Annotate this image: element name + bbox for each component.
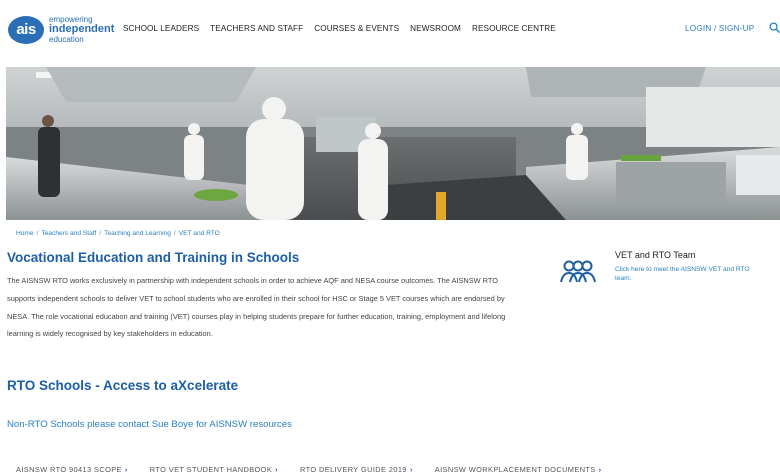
ais-logo[interactable]: ais empowering independent education: [8, 15, 114, 44]
team-title: VET and RTO Team: [615, 250, 696, 260]
breadcrumb-teachers-and-staff[interactable]: Teachers and Staff: [41, 230, 96, 237]
chevron-right-icon: ›: [598, 465, 602, 473]
logo-mark: ais: [8, 15, 44, 44]
doc-link-label: AISNSW WORKPLACEMENT DOCUMENTS: [434, 465, 596, 473]
breadcrumb-separator: /: [36, 230, 39, 237]
team-link[interactable]: Click here to meet the AISNSW VET and RT…: [615, 265, 765, 283]
login-signup-link[interactable]: LOGIN / SIGN-UP: [685, 24, 754, 33]
doc-link-label: RTO VET STUDENT HANDBOOK: [149, 465, 273, 473]
doc-link-rto-scope[interactable]: AISNSW RTO 90413 SCOPE ›: [16, 465, 128, 473]
nav-resource-centre[interactable]: RESOURCE CENTRE: [472, 24, 556, 33]
chevron-right-icon: ›: [275, 465, 279, 473]
chevron-right-icon: ›: [409, 465, 413, 473]
chevron-right-icon: ›: [124, 465, 128, 473]
breadcrumb-teaching-and-learning[interactable]: Teaching and Learning: [104, 230, 171, 237]
hero-image-kitchen: [6, 67, 780, 220]
doc-link-delivery-guide[interactable]: RTO DELIVERY GUIDE 2019 ›: [300, 465, 413, 473]
logo-tagline: empowering independent education: [49, 15, 114, 44]
intro-paragraph: The AISNSW RTO works exclusively in part…: [7, 276, 506, 339]
document-links: AISNSW RTO 90413 SCOPE › RTO VET STUDENT …: [16, 465, 624, 473]
non-rto-contact-link[interactable]: Non-RTO Schools please contact Sue Boye …: [7, 419, 292, 430]
breadcrumb: Home / Teachers and Staff / Teaching and Lea…: [16, 230, 220, 237]
site-header: ais empowering independent education SCH…: [0, 0, 780, 60]
main-nav: SCHOOL LEADERS TEACHERS AND STAFF COURSE…: [123, 24, 567, 33]
logo-line-2: independent: [49, 23, 115, 35]
logo-line-3: education: [49, 35, 84, 44]
doc-link-student-handbook[interactable]: RTO VET STUDENT HANDBOOK ›: [150, 465, 278, 473]
team-icon[interactable]: [559, 258, 597, 284]
section-title-axcelerate[interactable]: RTO Schools - Access to aXcelerate: [7, 378, 238, 393]
breadcrumb-separator: /: [99, 230, 102, 237]
doc-link-label: RTO DELIVERY GUIDE 2019: [300, 465, 407, 473]
breadcrumb-vet-and-rto[interactable]: VET and RTO: [179, 230, 220, 237]
page-title: Vocational Education and Training in Sch…: [7, 250, 300, 265]
doc-link-label: AISNSW RTO 90413 SCOPE: [16, 465, 122, 473]
nav-courses-events[interactable]: COURSES & EVENTS: [314, 24, 399, 33]
breadcrumb-home[interactable]: Home: [16, 230, 34, 237]
nav-newsroom[interactable]: NEWSROOM: [410, 24, 461, 33]
nav-school-leaders[interactable]: SCHOOL LEADERS: [123, 24, 199, 33]
doc-link-workplacement-documents[interactable]: AISNSW WORKPLACEMENT DOCUMENTS ›: [435, 465, 602, 473]
breadcrumb-separator: /: [173, 230, 176, 237]
search-icon[interactable]: [769, 22, 780, 33]
nav-teachers-and-staff[interactable]: TEACHERS AND STAFF: [210, 24, 303, 33]
